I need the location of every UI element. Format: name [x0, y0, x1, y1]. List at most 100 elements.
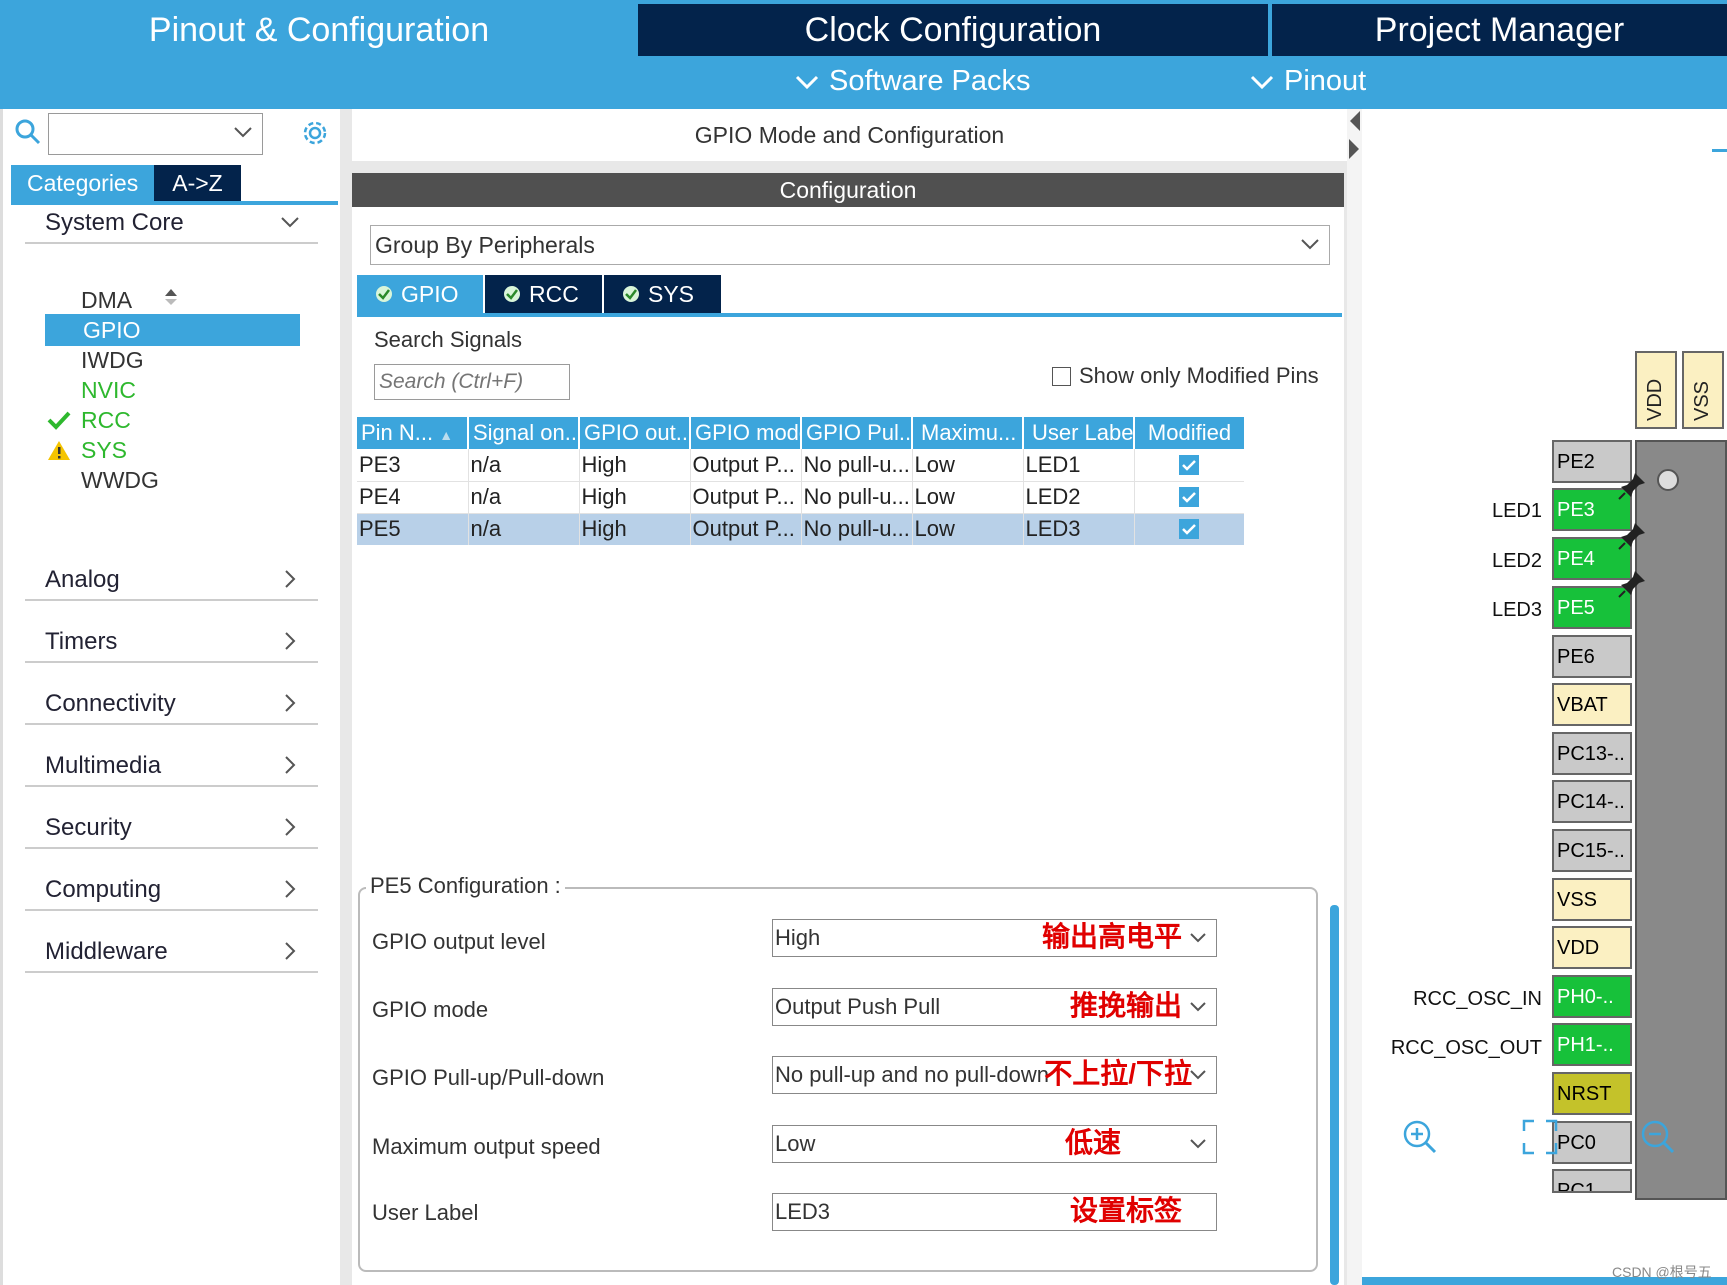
pin-pc15[interactable]: PC15-..	[1552, 829, 1632, 872]
pin-vss[interactable]: VSS	[1552, 878, 1632, 921]
pe5-configuration-group: PE5 Configuration : GPIO output level Hi…	[358, 873, 1318, 1272]
col-header-label[interactable]: User Label	[1023, 417, 1135, 449]
right-splitter[interactable]	[1347, 109, 1362, 1285]
software-packs-menu[interactable]: Software Packs	[795, 65, 1030, 98]
category-timers[interactable]: Timers	[25, 623, 318, 663]
core-item-gpio[interactable]: GPIO	[45, 314, 300, 346]
panel-splitter[interactable]	[340, 109, 352, 1285]
user-label-label: User Label	[372, 1200, 479, 1225]
core-item-rcc[interactable]: RCC	[45, 404, 300, 436]
core-item-label: WWDG	[81, 467, 159, 493]
tab-pinout-configuration[interactable]: Pinout & Configuration	[0, 4, 638, 56]
vertical-scrollbar[interactable]	[1330, 905, 1339, 1285]
pin-ph1[interactable]: PH1-..	[1552, 1023, 1632, 1066]
select-value: High	[775, 925, 821, 950]
chevron-right-icon	[285, 942, 296, 960]
pin1-marker	[1657, 469, 1679, 491]
pin-vss-top[interactable]: VSS	[1682, 351, 1724, 429]
category-multimedia[interactable]: Multimedia	[25, 747, 318, 787]
modified-checkbox[interactable]	[1179, 454, 1200, 475]
tab-a-z[interactable]: A->Z	[154, 165, 241, 201]
tab-clock-configuration[interactable]: Clock Configuration	[638, 4, 1268, 56]
category-search-input[interactable]	[48, 113, 263, 155]
gpio-output-level-select[interactable]: High 输出高电平	[772, 919, 1217, 957]
pinout-menu[interactable]: Pinout	[1250, 65, 1366, 98]
cell: No pull-u...	[801, 513, 913, 545]
modified-checkbox[interactable]	[1179, 487, 1200, 507]
core-item-label: DMA	[81, 287, 133, 313]
category-security[interactable]: Security	[25, 809, 318, 849]
sub-menu-bar: Software Packs Pinout	[0, 56, 1727, 109]
col-header-mode[interactable]: GPIO mode	[690, 417, 802, 449]
table-row[interactable]: PE3 n/a High Output P... No pull-u... Lo…	[357, 449, 1244, 482]
pin-pc13[interactable]: PC13-..	[1552, 732, 1632, 775]
cell: n/a	[468, 449, 580, 482]
watermark: CSDN @根号五	[1612, 1264, 1712, 1280]
category-computing[interactable]: Computing	[25, 871, 318, 911]
chevron-right-icon	[285, 570, 296, 588]
gear-icon[interactable]	[300, 118, 330, 148]
signal-search-input[interactable]	[374, 364, 570, 400]
modified-checkbox[interactable]	[1179, 519, 1200, 540]
pin-pe6[interactable]: PE6	[1552, 635, 1632, 678]
pin-pc1[interactable]: PC1	[1552, 1169, 1632, 1193]
zoom-out-icon[interactable]	[1640, 1119, 1676, 1155]
core-item-nvic[interactable]: NVIC	[45, 374, 300, 406]
gpio-output-level-label: GPIO output level	[372, 929, 546, 954]
collapse-arrow-icon[interactable]	[1347, 109, 1362, 169]
chevron-down-icon	[1190, 1139, 1206, 1149]
category-label: Multimedia	[45, 752, 162, 779]
modified-cell	[1134, 481, 1244, 514]
col-header-speed[interactable]: Maximu...	[912, 417, 1024, 449]
cell: Low	[912, 513, 1024, 545]
gpio-mode-select[interactable]: Output Push Pull 推挽输出	[772, 988, 1217, 1026]
category-connectivity[interactable]: Connectivity	[25, 685, 318, 725]
col-header-output[interactable]: GPIO out...	[579, 417, 691, 449]
table-row-selected[interactable]: PE5 n/a High Output P... No pull-u... Lo…	[357, 513, 1244, 545]
pin-nrst[interactable]: NRST	[1552, 1072, 1632, 1115]
pin-user-label-led1: LED1	[1491, 500, 1542, 522]
core-item-wwdg[interactable]: WWDG	[45, 464, 300, 496]
cell: Output P...	[690, 481, 802, 514]
tab-categories[interactable]: Categories	[11, 165, 154, 201]
pin-vbat[interactable]: VBAT	[1552, 683, 1632, 726]
category-label: Security	[45, 814, 132, 841]
input-value: LED3	[775, 1199, 831, 1224]
zoom-in-icon[interactable]	[1402, 1119, 1438, 1155]
col-header-signal[interactable]: Signal on...	[468, 417, 580, 449]
col-header-pin[interactable]: Pin N... ▲	[357, 417, 469, 449]
pin-vdd-top[interactable]: VDD	[1635, 351, 1677, 429]
show-modified-checkbox[interactable]: Show only Modified Pins	[1052, 363, 1319, 389]
col-header-modified[interactable]: Modified	[1134, 417, 1244, 449]
category-analog[interactable]: Analog	[25, 561, 318, 601]
pin-pc0[interactable]: PC0	[1552, 1121, 1632, 1164]
category-system-core[interactable]: System Core	[25, 204, 318, 244]
core-item-sys[interactable]: SYS	[45, 434, 300, 466]
gpio-pull-select[interactable]: No pull-up and no pull-down 不上拉/下拉	[772, 1056, 1217, 1094]
fit-screen-icon[interactable]	[1522, 1119, 1558, 1155]
category-middleware[interactable]: Middleware	[25, 933, 318, 973]
max-output-speed-select[interactable]: Low 低速	[772, 1125, 1217, 1163]
check-icon	[1182, 459, 1197, 471]
core-item-iwdg[interactable]: IWDG	[45, 344, 300, 376]
cell: LED1	[1023, 449, 1135, 482]
pin-ph0[interactable]: PH0-..	[1552, 975, 1632, 1018]
table-row[interactable]: PE4 n/a High Output P... No pull-u... Lo…	[357, 481, 1244, 514]
core-item-dma[interactable]: DMA	[45, 284, 300, 316]
checkbox-box[interactable]	[1052, 366, 1071, 386]
chevron-right-icon	[285, 632, 296, 650]
category-label: Analog	[45, 566, 120, 593]
cell: LED2	[1023, 481, 1135, 514]
tab-project-manager[interactable]: Project Manager	[1272, 4, 1727, 56]
pe5-config-title: PE5 Configuration :	[366, 873, 565, 899]
category-sort-tabs: Categories A->Z	[11, 165, 241, 201]
pin-vdd[interactable]: VDD	[1552, 926, 1632, 969]
chevron-down-icon[interactable]	[234, 126, 252, 138]
search-icon[interactable]	[15, 119, 41, 145]
annotation-note: 设置标签	[1069, 1195, 1182, 1226]
pinout-view: VDD VSS PE2 PE3 PE4 PE5 PE6 VBAT PC13-..…	[1362, 109, 1727, 1285]
col-header-pull[interactable]: GPIO Pul...	[801, 417, 913, 449]
pin-pc14[interactable]: PC14-..	[1552, 780, 1632, 823]
pushpin-icon	[1618, 523, 1645, 550]
user-label-input[interactable]: LED3 设置标签	[772, 1193, 1217, 1231]
